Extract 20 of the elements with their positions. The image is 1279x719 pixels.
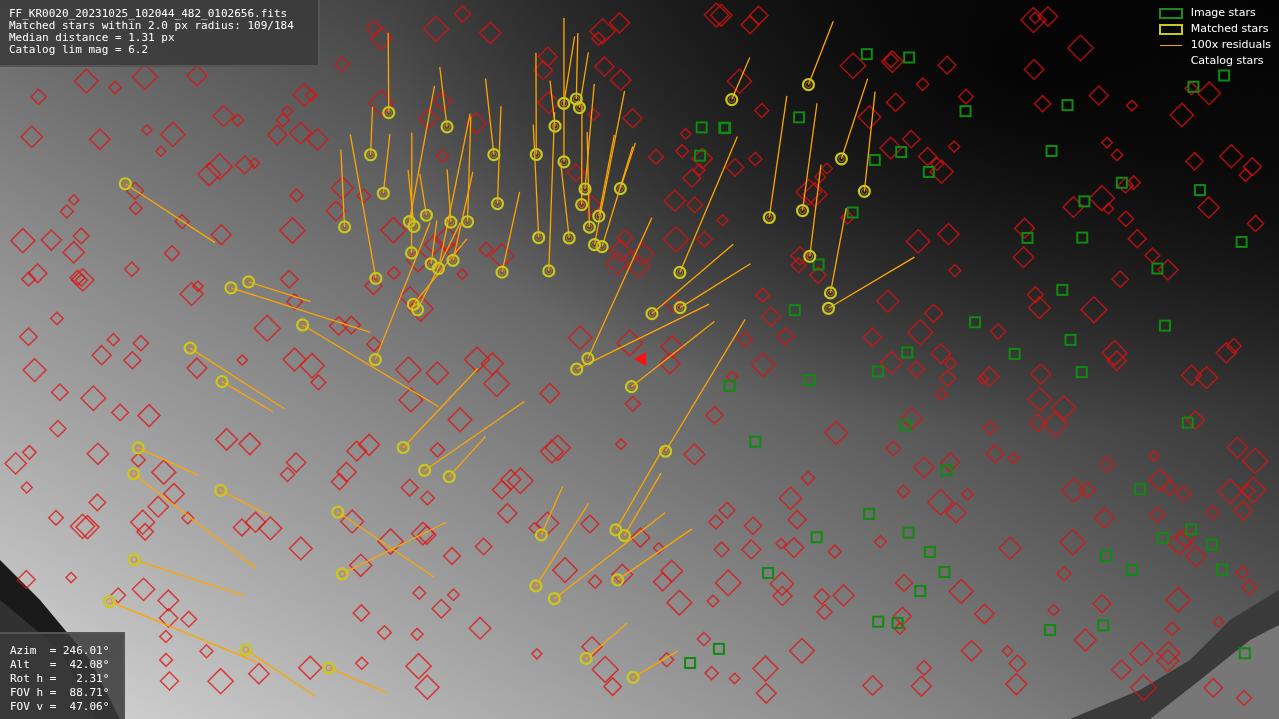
pointing-text: FOV h = 88.71° — [10, 686, 110, 700]
pointing-text: Rot h = 2.31° — [10, 672, 110, 686]
residual-line — [807, 20, 834, 86]
residual-line — [585, 622, 628, 660]
pointing-text: Azim = 246.01° — [10, 644, 110, 658]
residual-line — [731, 56, 751, 101]
pointing-text: FOV v = 47.06° — [10, 700, 110, 714]
residual-line — [632, 650, 679, 678]
legend-label: Catalog stars — [1190, 54, 1264, 68]
legend-label: Matched stars — [1190, 22, 1269, 36]
legend-label: Image stars — [1190, 6, 1256, 20]
info-text: Matched stars within 2.0 px radius: 109/184 — [9, 20, 294, 32]
legend-label: 100x residuals — [1190, 38, 1271, 52]
info-text: Median distance = 1.31 px — [9, 32, 176, 44]
pointing-text: Alt = 42.08° — [10, 658, 110, 672]
residual-line — [382, 133, 391, 194]
residual-line — [328, 667, 388, 694]
info-text: FF_KR0020_20231025_102044_482_0102656.fits — [9, 8, 289, 20]
info-text: Catalog lim mag = 6.2 — [9, 44, 150, 56]
arrow-icon — [634, 352, 646, 366]
